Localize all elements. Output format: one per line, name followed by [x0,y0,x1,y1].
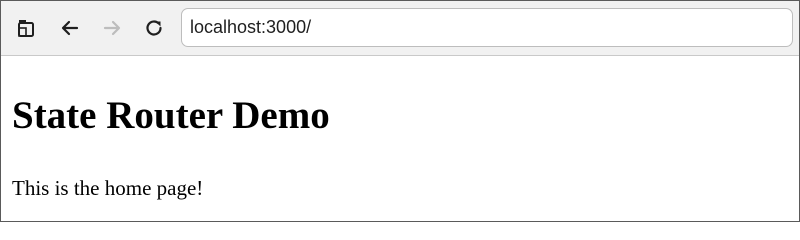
browser-toolbar: localhost:3000/ [1,1,799,56]
page-text: This is the home page! [12,176,204,200]
back-button[interactable] [55,13,85,43]
tab-switcher-button[interactable] [11,13,41,43]
address-text: localhost:3000/ [190,17,312,37]
address-bar[interactable]: localhost:3000/ [181,8,793,47]
reload-icon [146,20,162,36]
forward-button[interactable] [97,13,127,43]
back-arrow-icon [61,20,79,36]
page-content: State Router Demo This is the home page! [1,56,799,221]
reload-button[interactable] [139,13,169,43]
forward-arrow-icon [103,20,121,36]
browser-window: localhost:3000/ State Router Demo This i… [0,0,800,222]
tab-switcher-icon [18,20,34,37]
page-heading: State Router Demo [12,94,330,137]
